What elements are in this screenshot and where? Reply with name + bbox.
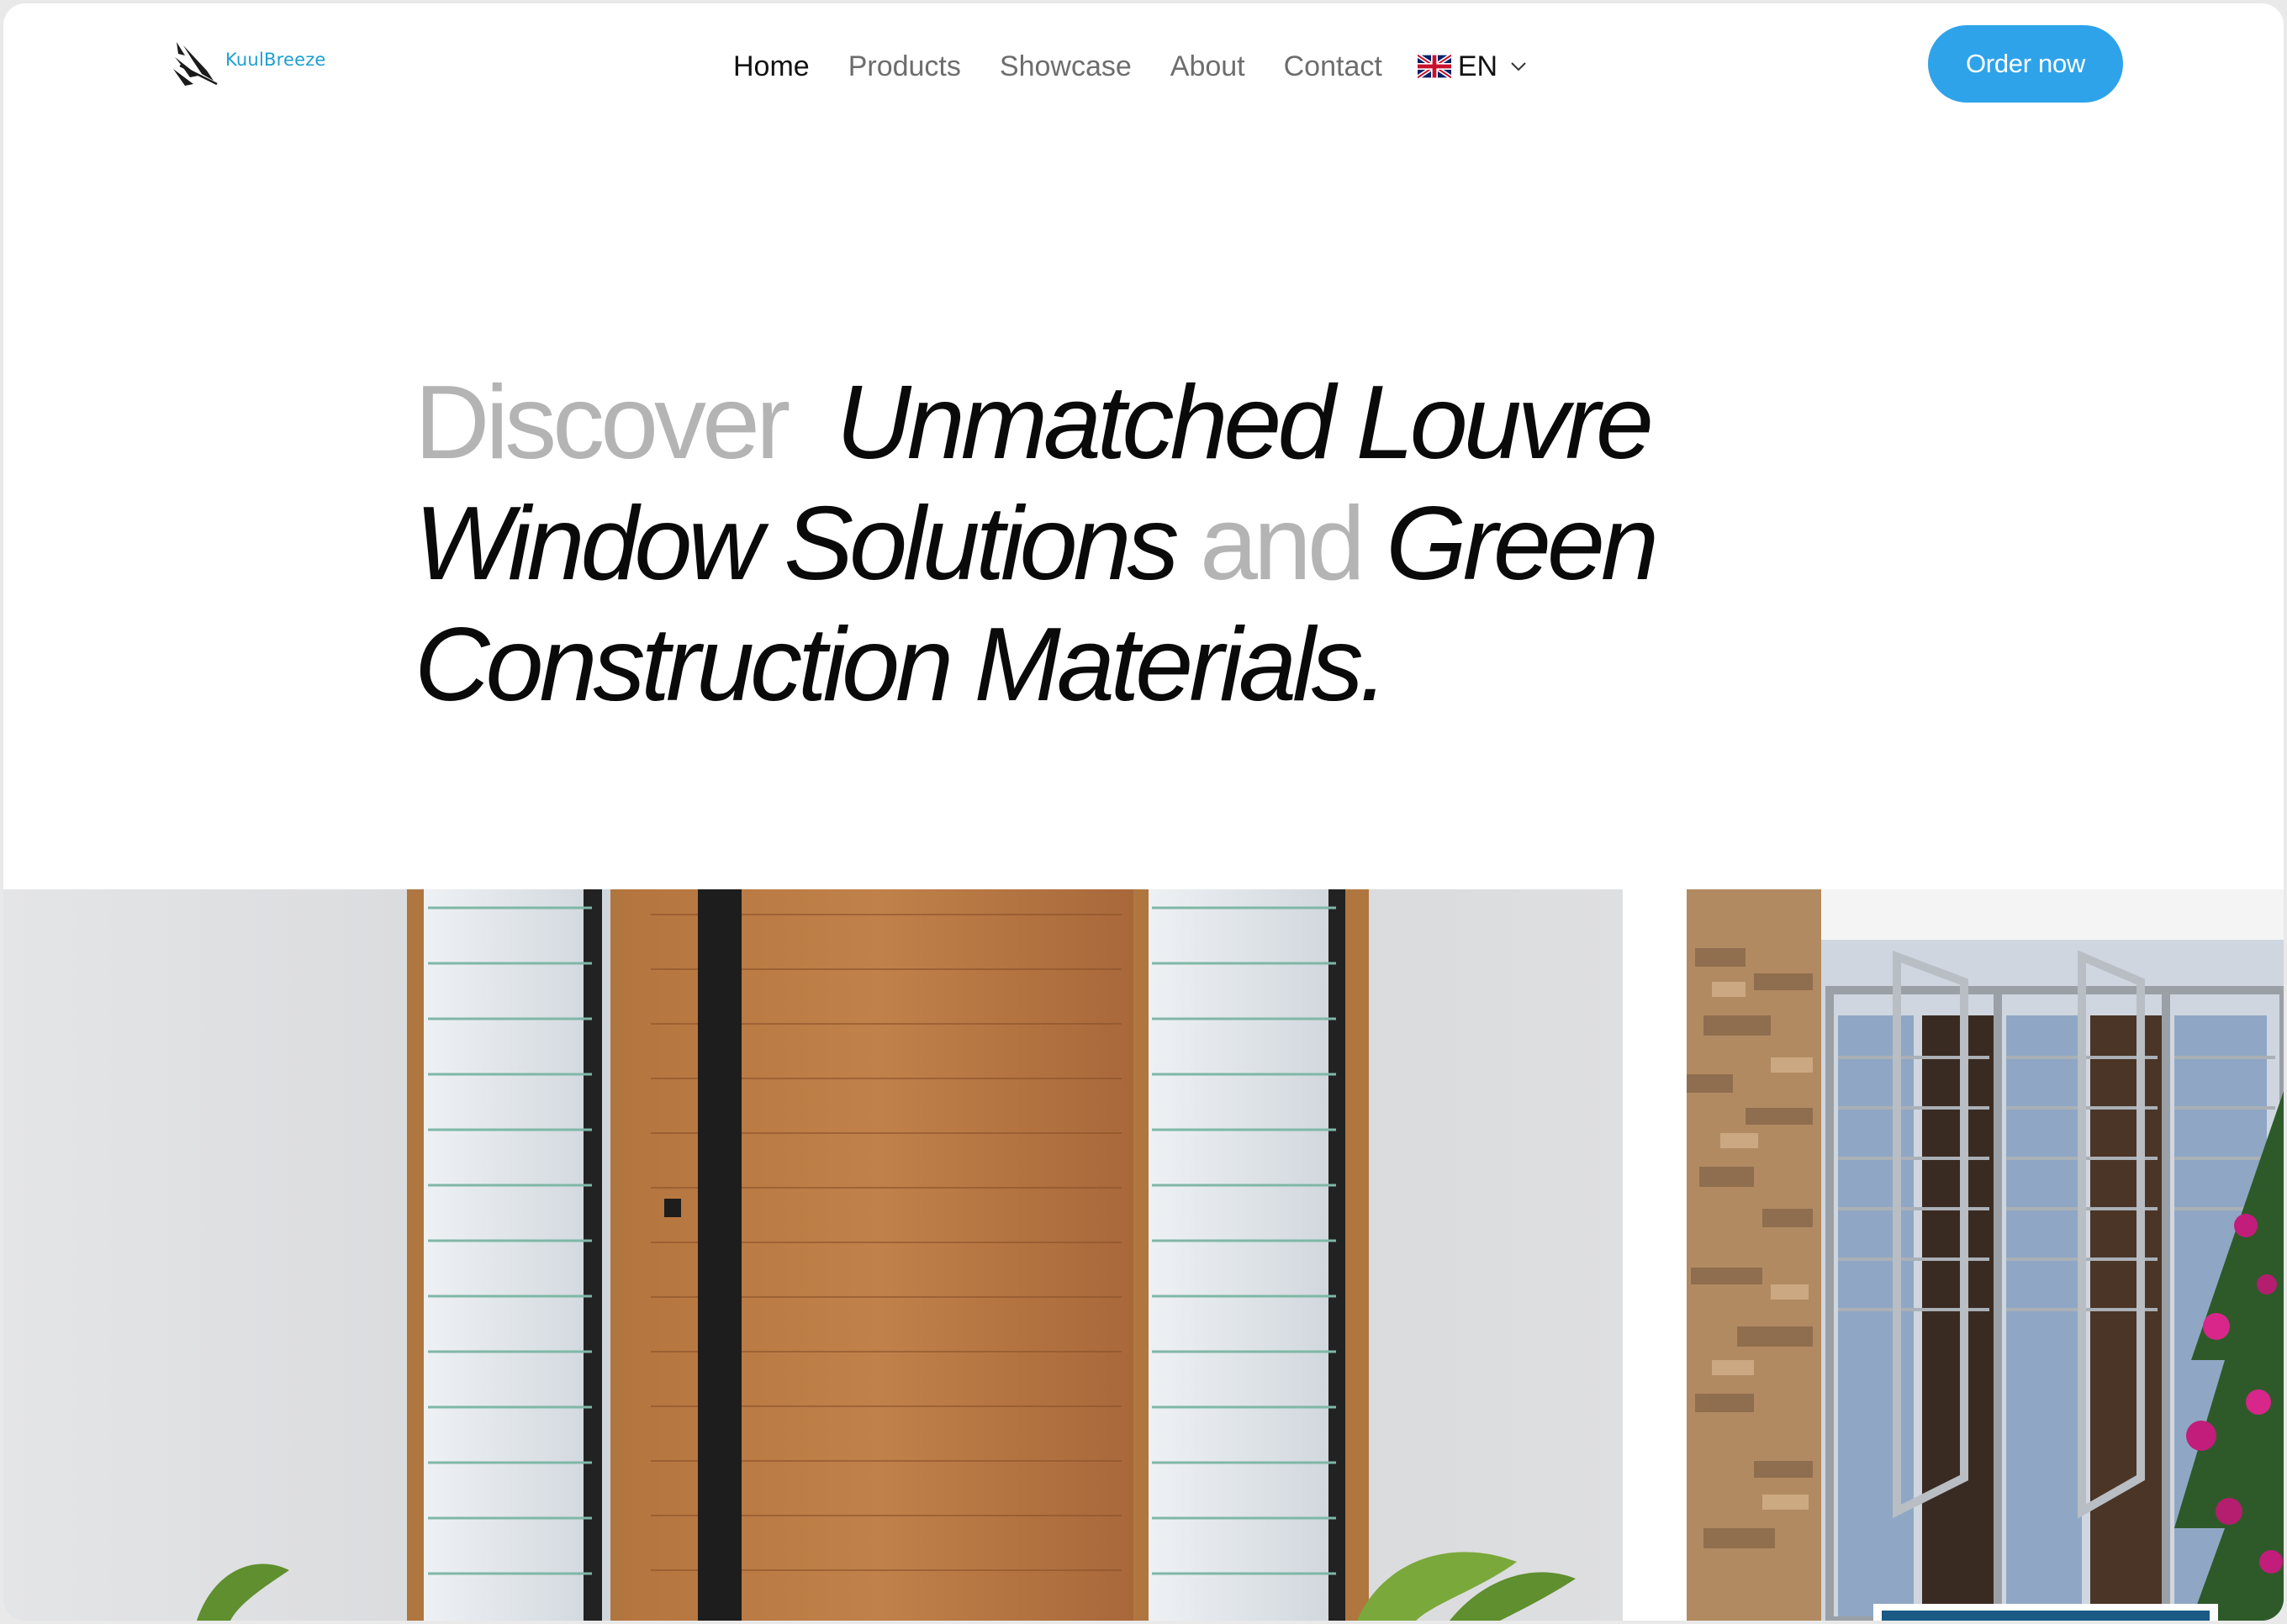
hero-heading: Discover Unmatched Louvre Window Solutio… (415, 362, 1760, 725)
language-code: EN (1457, 50, 1498, 82)
hero-word-and: and (1199, 486, 1365, 602)
louvre-door-photo (3, 889, 1623, 1621)
hero-section: Discover Unmatched Louvre Window Solutio… (415, 362, 1760, 725)
nav-about[interactable]: About (1170, 44, 1245, 89)
nav-products[interactable]: Products (848, 44, 961, 89)
bifold-windows-photo (1687, 889, 2284, 1621)
chevron-down-icon (1511, 62, 1526, 71)
main-menu: Home Products Showcase About Contact EN (733, 44, 1528, 89)
page-frame: KuulBreeze Home Products Showcase About … (3, 3, 2284, 1621)
breeze-logo-icon (173, 42, 218, 86)
top-navigation: KuulBreeze Home Products Showcase About … (3, 3, 2284, 129)
order-now-button[interactable]: Order now (1928, 25, 2123, 103)
nav-home[interactable]: Home (733, 44, 810, 89)
brand-logo[interactable]: KuulBreeze (173, 40, 326, 87)
nav-contact[interactable]: Contact (1284, 44, 1382, 89)
nav-showcase[interactable]: Showcase (1000, 44, 1132, 89)
brand-name: KuulBreeze (225, 50, 326, 70)
language-selector[interactable]: EN (1417, 50, 1528, 83)
uk-flag-icon (1417, 53, 1451, 80)
hero-word-discover: Discover (415, 365, 790, 481)
